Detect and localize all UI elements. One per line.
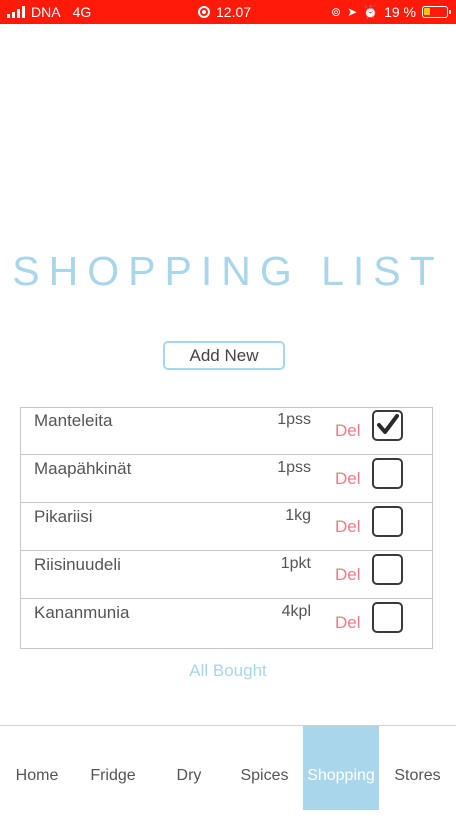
- list-item: Kananmunia 4kpl Del: [21, 600, 432, 647]
- shopping-list: Manteleita 1pss Del Maapähkinät 1pss Del…: [20, 407, 433, 649]
- bottom-nav: Home Fridge Dry Spices Shopping Stores: [0, 725, 456, 810]
- nav-home[interactable]: Home: [0, 726, 74, 810]
- delete-button[interactable]: Del: [335, 421, 361, 441]
- item-quantity: 1pss: [277, 411, 311, 428]
- item-checkbox[interactable]: [372, 506, 403, 537]
- list-item: Pikariisi 1kg Del: [21, 504, 432, 551]
- orientation-lock-icon: ⊚: [331, 5, 342, 19]
- alarm-icon: ⏰: [363, 5, 379, 19]
- add-new-button[interactable]: Add New: [163, 341, 285, 370]
- nav-shopping[interactable]: Shopping: [303, 726, 379, 810]
- all-bought-button[interactable]: All Bought: [0, 661, 456, 681]
- status-center: 12.07: [198, 4, 251, 20]
- list-item: Riisinuudeli 1pkt Del: [21, 552, 432, 599]
- location-icon: ➤: [347, 5, 358, 19]
- nav-stores[interactable]: Stores: [379, 726, 456, 810]
- item-name: Kananmunia: [34, 603, 130, 622]
- status-right: ⊚ ➤ ⏰ 19 %: [331, 4, 451, 20]
- item-checkbox[interactable]: [372, 554, 403, 585]
- recording-icon: [198, 6, 210, 18]
- list-item: Manteleita 1pss Del: [21, 408, 432, 455]
- item-name: Riisinuudeli: [34, 555, 121, 574]
- status-left: DNA 4G: [7, 4, 91, 20]
- item-name: Pikariisi: [34, 507, 93, 526]
- battery-icon: [422, 6, 451, 18]
- delete-button[interactable]: Del: [335, 517, 361, 537]
- item-checkbox[interactable]: [372, 602, 403, 633]
- item-name: Maapähkinät: [34, 459, 132, 478]
- list-item: Maapähkinät 1pss Del: [21, 456, 432, 503]
- item-quantity: 1kg: [285, 507, 311, 524]
- delete-button[interactable]: Del: [335, 613, 361, 633]
- status-bar: DNA 4G 12.07 ⊚ ➤ ⏰ 19 %: [0, 0, 456, 24]
- signal-icon: [7, 6, 25, 18]
- checkmark-icon: [377, 414, 399, 434]
- item-checkbox[interactable]: [372, 458, 403, 489]
- clock: 12.07: [216, 4, 252, 20]
- item-name: Manteleita: [34, 411, 113, 430]
- item-checkbox[interactable]: [372, 410, 403, 441]
- nav-spices[interactable]: Spices: [226, 726, 303, 810]
- battery-percent: 19 %: [384, 4, 416, 20]
- network-label: 4G: [72, 4, 92, 20]
- delete-button[interactable]: Del: [335, 469, 361, 489]
- delete-button[interactable]: Del: [335, 565, 361, 585]
- item-quantity: 1pkt: [280, 555, 311, 572]
- item-quantity: 1pss: [277, 459, 311, 476]
- carrier-label: DNA: [31, 4, 61, 20]
- item-quantity: 4kpl: [281, 603, 311, 620]
- nav-dry[interactable]: Dry: [152, 726, 226, 810]
- page-title: SHOPPING LIST: [12, 248, 444, 294]
- nav-fridge[interactable]: Fridge: [74, 726, 152, 810]
